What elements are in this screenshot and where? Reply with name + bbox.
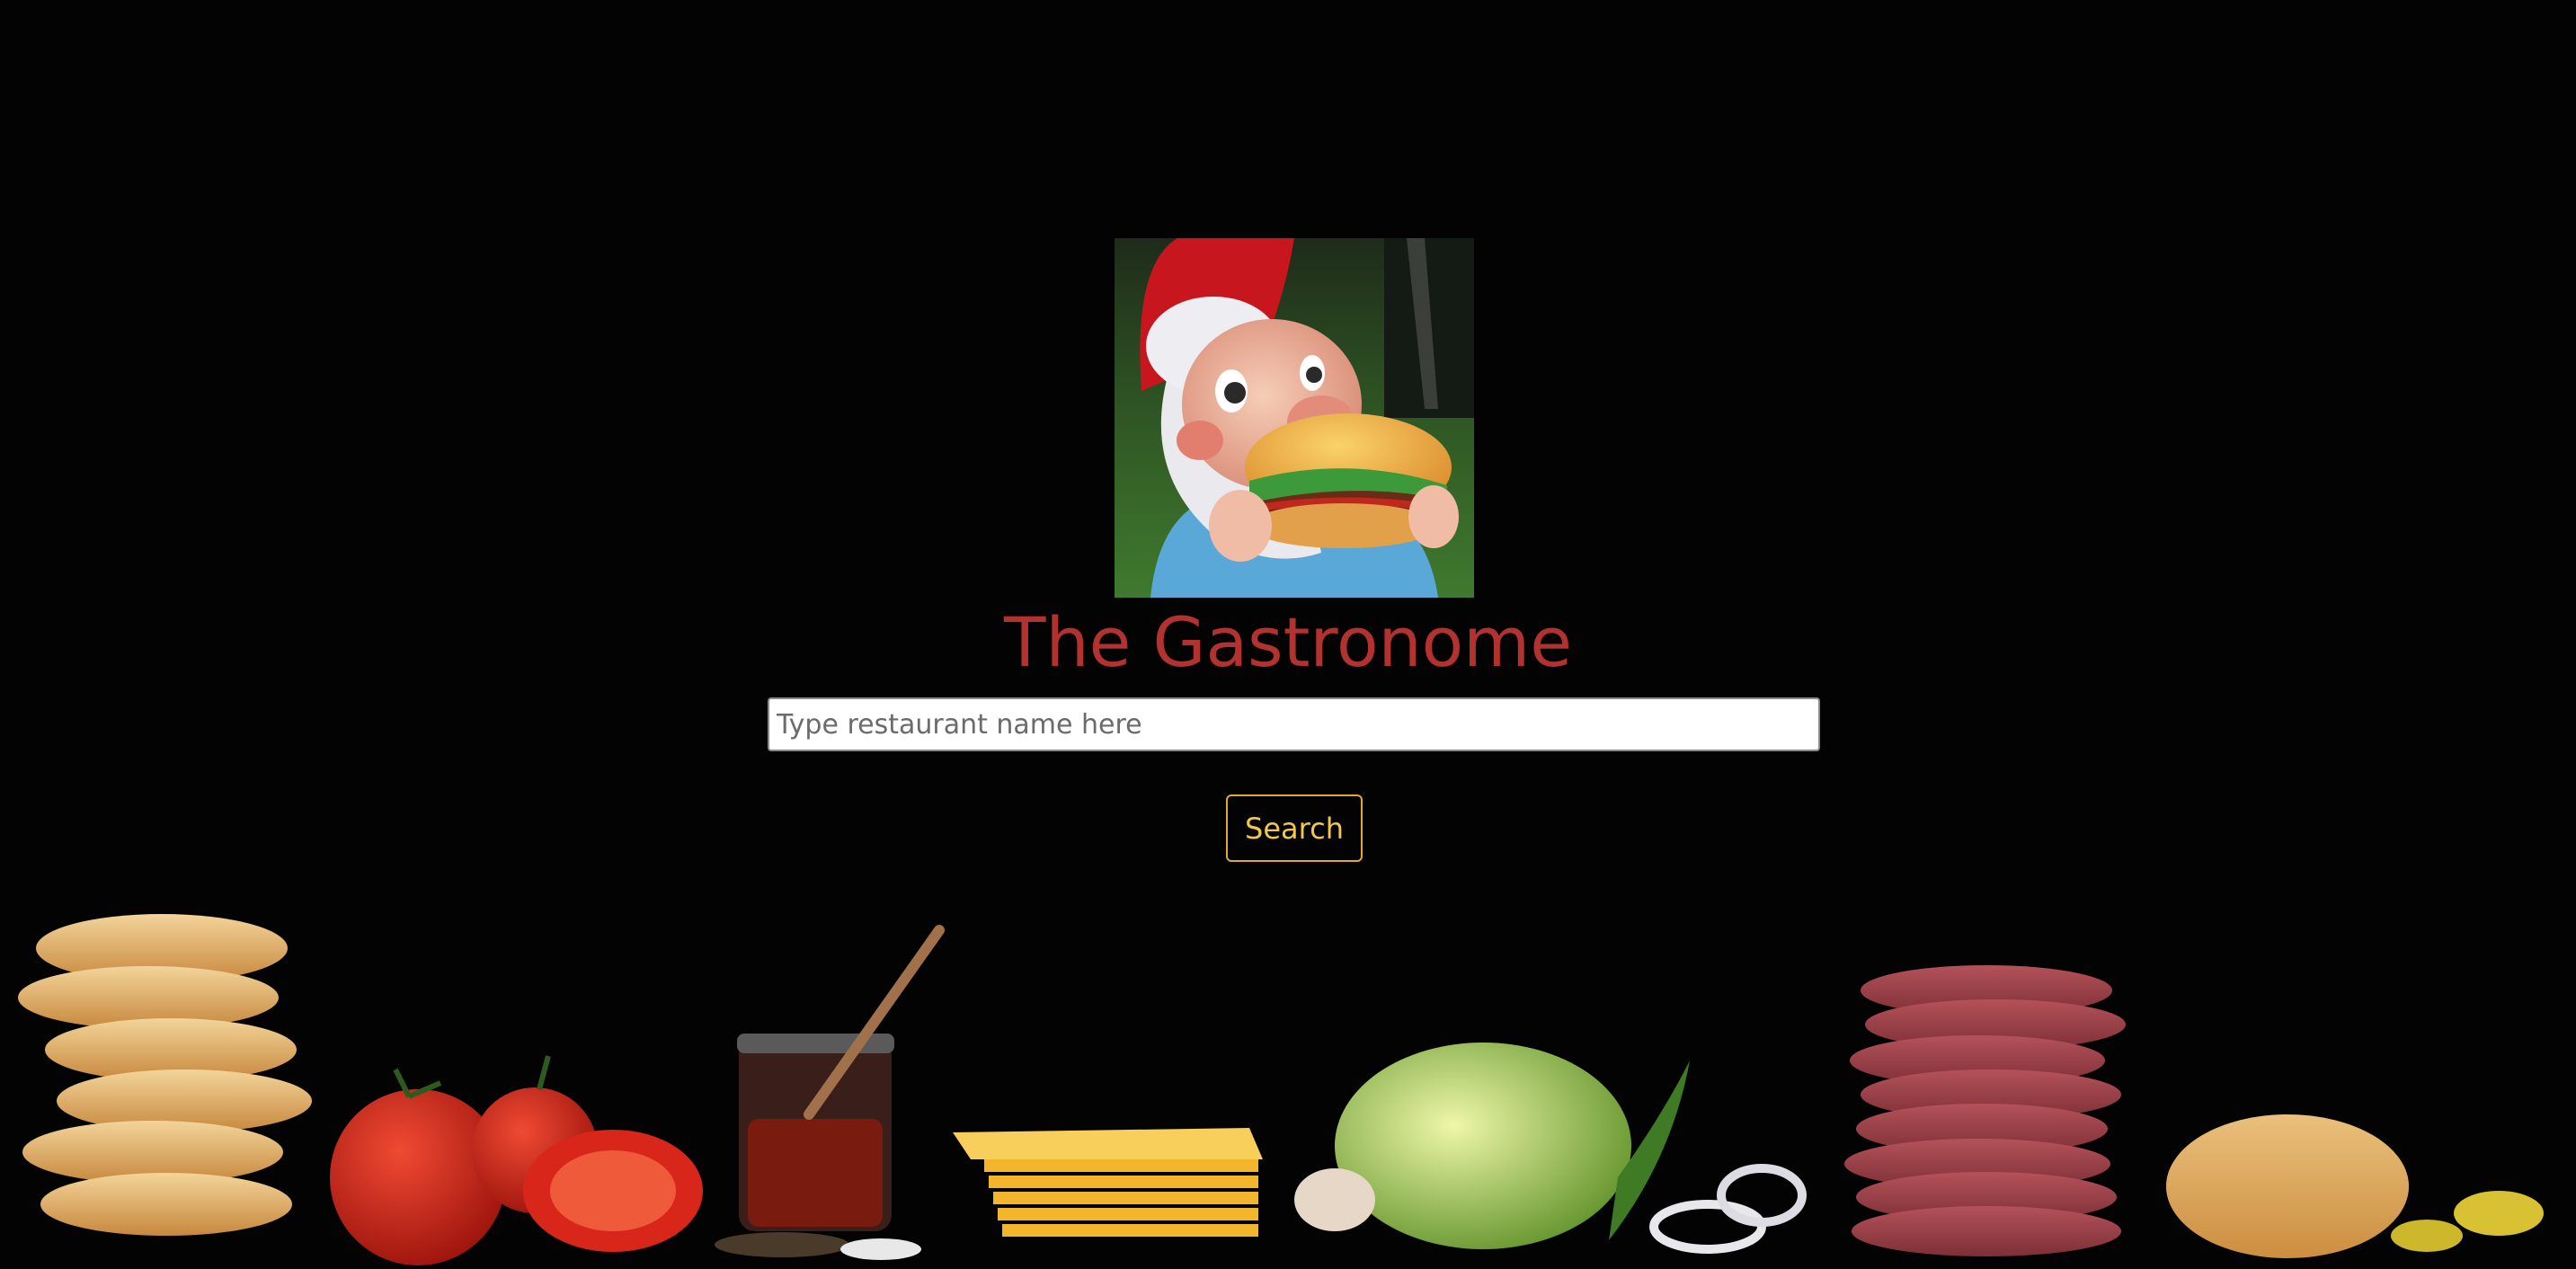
gnome-logo-image [1115, 238, 1474, 598]
ingredients-background-image [18, 914, 2544, 1265]
restaurant-search-input[interactable] [768, 697, 1820, 751]
search-button[interactable]: Search [1226, 794, 1363, 862]
page-title: The Gastronome [1004, 602, 1572, 682]
